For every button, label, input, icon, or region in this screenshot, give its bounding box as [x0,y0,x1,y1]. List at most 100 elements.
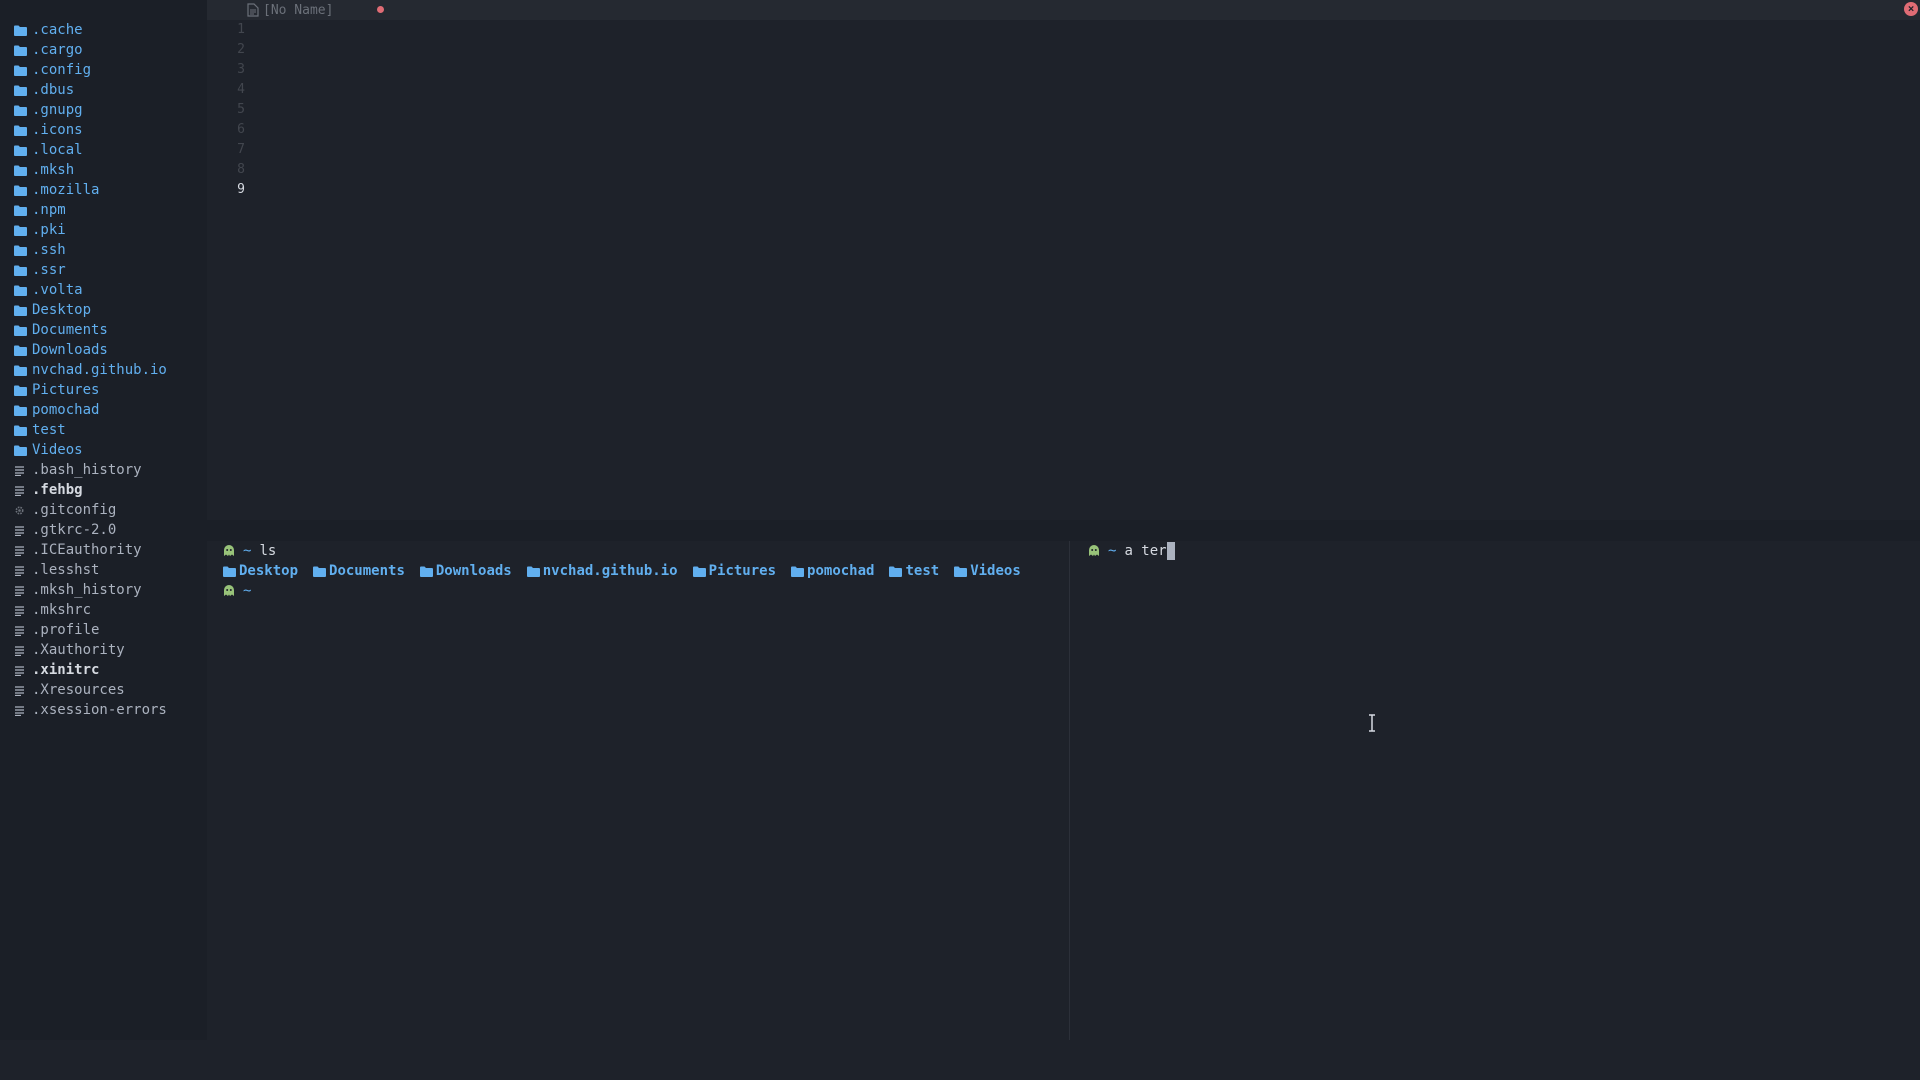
tree-file[interactable]: .fehbg [0,480,207,500]
text-file-icon [14,545,32,556]
folder-icon [14,125,32,136]
ls-entry-label: Documents [329,563,405,579]
tree-folder[interactable]: .ssh [0,240,207,260]
tree-item-label: .mksh [32,162,75,178]
text-file-icon [14,705,32,716]
tree-item-label: .profile [32,622,100,638]
ghost-icon [223,585,235,597]
terminal-line: ~ ls [207,541,1069,561]
file-tree: .cache .cargo .config .dbus .gnupg .icons .loc… [0,0,207,1040]
ls-entry-label: test [905,563,940,579]
tree-file[interactable]: .xinitrc [0,660,207,680]
ls-entry: nvchad.github.io [526,561,678,581]
ghost-icon [1088,545,1100,557]
text-file-icon [14,485,32,496]
tree-file[interactable]: .mksh_history [0,580,207,600]
folder-icon [14,365,32,376]
command-line-area[interactable] [0,1040,1920,1080]
tree-folder[interactable]: Downloads [0,340,207,360]
tree-item-label: .ICEauthority [32,542,142,558]
tree-folder[interactable]: .mksh [0,160,207,180]
line-number: 1 [237,22,245,37]
text-file-icon [14,605,32,616]
tree-item-label: .icons [32,122,83,138]
tree-file[interactable]: .gtkrc-2.0 [0,520,207,540]
tree-folder[interactable]: .mozilla [0,180,207,200]
nvim-window: .cache .cargo .config .dbus .gnupg .icons .loc… [0,0,1920,1080]
folder-icon [223,566,236,577]
editor-pane[interactable]: 1 2 3 4 5 6 7 8 9 [207,20,1920,520]
tree-item-label: nvchad.github.io [32,362,167,378]
tree-item-label: Downloads [32,342,108,358]
tree-item-label: test [32,422,66,438]
tree-item-label: .gnupg [32,102,83,118]
tree-folder[interactable]: Videos [0,440,207,460]
tree-item-label: .mkshrc [32,602,92,618]
ls-entry-label: nvchad.github.io [542,563,678,579]
line-number: 2 [237,42,245,57]
tree-folder[interactable]: Documents [0,320,207,340]
buffer-tab[interactable]: [No Name] [207,0,397,20]
tree-file[interactable]: .gitconfig [0,500,207,520]
folder-icon [419,566,433,577]
tree-folder[interactable]: .cargo [0,40,207,60]
tree-item-label: .dbus [32,82,75,98]
tree-folder[interactable]: nvchad.github.io [0,360,207,380]
tree-file[interactable]: .mkshrc [0,600,207,620]
tree-folder[interactable]: test [0,420,207,440]
tree-file[interactable]: .bash_history [0,460,207,480]
tree-item-label: .local [32,142,83,158]
tree-item-label: .Xauthority [32,642,125,658]
tree-item-label: .xsession-errors [32,702,167,718]
tree-folder[interactable]: .pki [0,220,207,240]
folder-icon [14,85,32,96]
line-number: 9 [237,182,245,197]
folder-icon [14,225,32,236]
tree-file[interactable]: .xsession-errors [0,700,207,720]
folder-icon [526,566,540,577]
folder-icon [14,205,32,216]
text-file-icon [14,625,32,636]
folder-icon [954,566,968,577]
tree-file[interactable]: .lesshst [0,560,207,580]
terminal-command: ls [259,543,277,559]
tree-folder[interactable]: pomochad [0,400,207,420]
text-file-icon [14,525,32,536]
prompt-directory: ~ [243,543,252,559]
tree-item-label: pomochad [32,402,100,418]
tree-folder[interactable]: .volta [0,280,207,300]
folder-icon [14,325,32,336]
ls-entry: Desktop [223,561,298,581]
tree-file[interactable]: .Xauthority [0,640,207,660]
gear-icon [14,505,32,516]
line-number: 5 [237,102,245,117]
tree-folder[interactable]: .local [0,140,207,160]
text-file-icon [14,645,32,656]
tree-folder[interactable]: .cache [0,20,207,40]
prompt-directory: ~ [1108,543,1117,559]
tree-item-label: .cache [32,22,83,38]
tree-folder[interactable]: .dbus [0,80,207,100]
folder-icon [14,385,32,396]
tree-folder[interactable]: .npm [0,200,207,220]
tree-folder[interactable]: .icons [0,120,207,140]
tabline: [No Name] × [207,0,1920,20]
terminal-right[interactable]: ~ a ter [1069,541,1920,1040]
tree-folder[interactable]: Pictures [0,380,207,400]
tree-folder[interactable]: .gnupg [0,100,207,120]
tree-file[interactable]: .ICEauthority [0,540,207,560]
folder-icon [14,445,32,456]
tree-file[interactable]: .Xresources [0,680,207,700]
close-icon[interactable]: × [1904,2,1918,16]
folder-icon [889,566,903,577]
terminal-left[interactable]: ~ ls Desktop Documents Downloads nvchad.git… [207,541,1069,1040]
folder-icon [14,45,32,56]
tree-folder[interactable]: .config [0,60,207,80]
tree-file[interactable]: .profile [0,620,207,640]
terminal-line: ~ [207,581,1069,601]
line-number: 4 [237,82,245,97]
folder-icon [14,425,32,436]
tree-item-label: Pictures [32,382,100,398]
tree-folder[interactable]: Desktop [0,300,207,320]
tree-folder[interactable]: .ssr [0,260,207,280]
